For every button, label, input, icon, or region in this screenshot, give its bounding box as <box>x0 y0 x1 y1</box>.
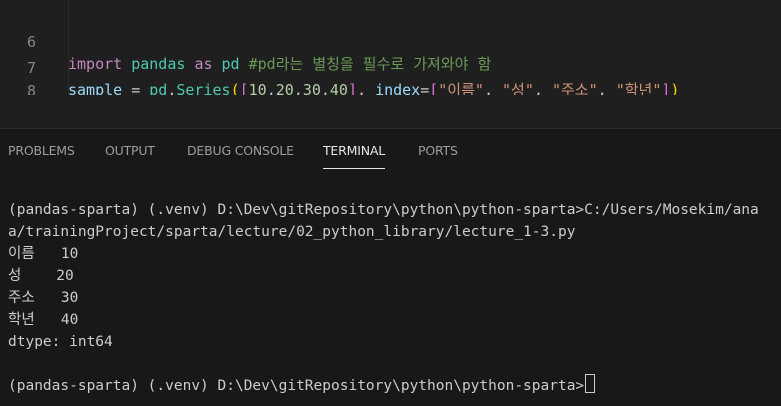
code-line[interactable]: 7 sample = pd.Series([10,20,30,40], inde… <box>0 35 781 99</box>
editor-empty-area[interactable] <box>0 95 781 129</box>
tab-ports[interactable]: PORTS <box>418 141 458 161</box>
terminal-cursor <box>585 374 596 393</box>
tab-debug-console[interactable]: DEBUG CONSOLE <box>187 141 294 161</box>
terminal-line: 학년 40 <box>8 312 79 328</box>
terminal-line: 이름 10 <box>8 246 79 262</box>
terminal-prompt: (pandas-sparta) (.venv) D:\Dev\gitReposi… <box>8 378 585 394</box>
terminal-output[interactable]: (pandas-sparta) (.venv) D:\Dev\gitReposi… <box>0 171 781 406</box>
terminal-line: 주소 30 <box>8 290 79 306</box>
tab-problems[interactable]: PROBLEMS <box>8 141 75 161</box>
code-line[interactable]: 8 print(sample) <box>0 58 781 122</box>
terminal-line: a/trainingProject/sparta/lecture/02_pyth… <box>8 224 576 240</box>
tab-terminal[interactable]: TERMINAL <box>323 141 385 169</box>
tab-output[interactable]: OUTPUT <box>105 141 155 161</box>
terminal-line: (pandas-sparta) (.venv) D:\Dev\gitReposi… <box>8 202 759 218</box>
code-line[interactable]: 6 import pandas as pd #pd라는 별칭을 필수로 가져와야… <box>0 9 781 73</box>
terminal-line: dtype: int64 <box>8 334 113 350</box>
panel-tab-bar: PROBLEMS OUTPUT DEBUG CONSOLE TERMINAL P… <box>0 129 781 171</box>
code-editor[interactable]: 6 import pandas as pd #pd라는 별칭을 필수로 가져와야… <box>0 0 781 122</box>
terminal-prompt-line[interactable]: (pandas-sparta) (.venv) D:\Dev\gitReposi… <box>8 374 596 396</box>
terminal-line: 성 20 <box>8 268 74 284</box>
